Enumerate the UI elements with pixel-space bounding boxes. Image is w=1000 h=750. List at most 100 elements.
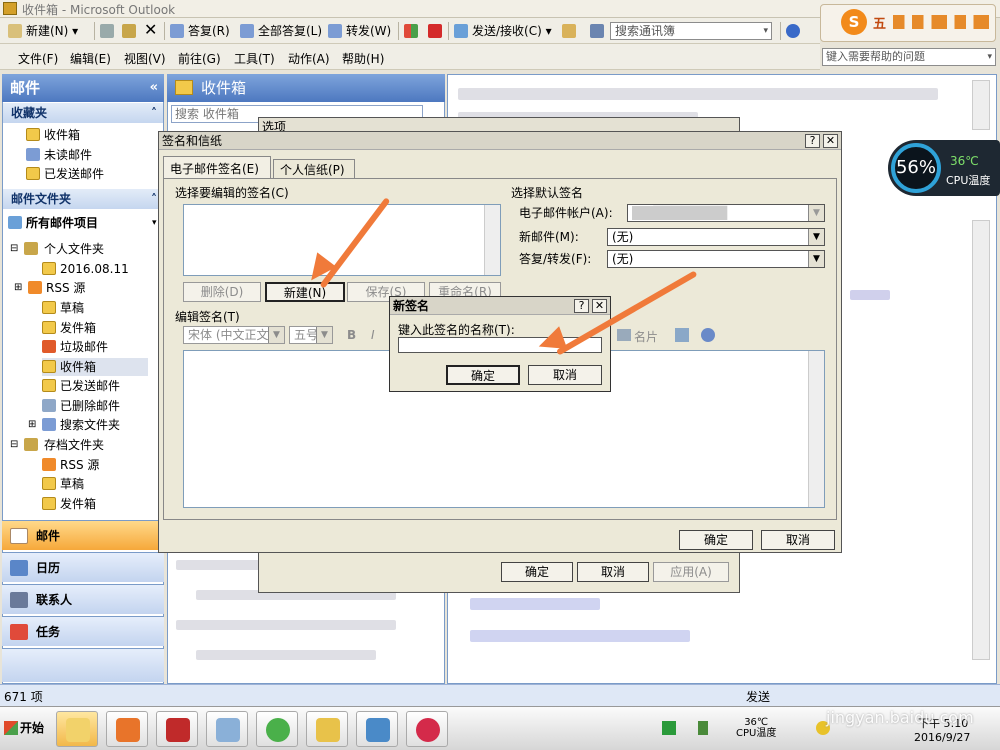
signatures-cancel-button[interactable]: 取消	[761, 530, 835, 550]
archive-drafts[interactable]: 草稿	[42, 475, 84, 493]
business-card-button[interactable]: 名片	[617, 328, 658, 345]
editor-scrollbar	[808, 351, 824, 507]
archive-folders[interactable]: ⊟ 存档文件夹	[10, 436, 104, 454]
forward-button[interactable]: 转发(W)	[326, 22, 391, 40]
fav-inbox[interactable]: 收件箱	[26, 126, 80, 144]
menu-view[interactable]: 视图(V)	[124, 50, 166, 67]
bold-icon[interactable]: B	[347, 328, 356, 342]
options-ok-button[interactable]: 确定	[501, 562, 573, 582]
nav-contacts-button[interactable]: 联系人	[2, 584, 164, 614]
fav-unread[interactable]: 未读邮件	[26, 146, 92, 164]
nav-calendar-button[interactable]: 日历	[2, 552, 164, 582]
close-icon[interactable]: ✕	[823, 134, 838, 148]
nav-header: 邮件 «	[2, 74, 164, 102]
archive-rss[interactable]: RSS 源	[42, 456, 99, 474]
delete-signature-button[interactable]: 删除(D)	[183, 282, 261, 302]
font-select[interactable]: 宋体 (中文正文 ▼	[183, 326, 285, 344]
delete-button[interactable]: ✕	[142, 21, 157, 40]
battery-icon[interactable]	[698, 721, 708, 735]
status-bar: 671 项 发送	[0, 684, 1000, 706]
menu-help[interactable]: 帮助(H)	[342, 50, 384, 67]
close-icon[interactable]: ✕	[592, 299, 607, 313]
tab-stationery[interactable]: 个人信纸(P)	[273, 159, 355, 178]
account-select[interactable]: wu ████████ ▼	[627, 204, 825, 222]
start-button[interactable]: 开始	[2, 715, 52, 741]
reading-scrollbar-top[interactable]	[972, 80, 990, 130]
folder-2016[interactable]: 2016.08.11	[42, 260, 129, 278]
tray-cpu-temp: 36℃ CPU温度	[736, 717, 777, 739]
signature-list[interactable]	[183, 204, 501, 276]
menu-actions[interactable]: 动作(A)	[288, 50, 330, 67]
ime-tool-icons[interactable]	[893, 15, 989, 29]
folder-inbox[interactable]: 收件箱	[42, 358, 148, 376]
new-signature-ok-button[interactable]: 确定	[446, 365, 520, 385]
folder-drafts[interactable]: 草稿	[42, 299, 84, 317]
ime-toolbar[interactable]: S 五	[820, 4, 996, 42]
all-mail-items[interactable]: 所有邮件项目 ▾	[8, 214, 157, 232]
edit-signature-label: 编辑签名(T)	[175, 310, 240, 324]
folder-rss[interactable]: ⊞ RSS 源	[14, 279, 85, 297]
taskbar-browser[interactable]	[256, 711, 298, 747]
categorize-button[interactable]	[402, 22, 418, 40]
options-apply-button[interactable]: 应用(A)	[653, 562, 729, 582]
menu-tools[interactable]: 工具(T)	[234, 50, 275, 67]
taskbar-photos[interactable]	[356, 711, 398, 747]
collapse-icon: «	[149, 80, 158, 95]
send-receive-button[interactable]: 发送/接收(C) ▾	[452, 22, 552, 40]
menu-go[interactable]: 前往(G)	[178, 50, 221, 67]
taskbar-outlook[interactable]	[56, 711, 98, 747]
menu-edit[interactable]: 编辑(E)	[70, 50, 111, 67]
insert-hyperlink-icon[interactable]	[701, 328, 715, 342]
taskbar-meitu[interactable]	[406, 711, 448, 747]
new-message-select[interactable]: (无) ▼	[607, 228, 825, 246]
help-icon[interactable]: ?	[574, 299, 589, 313]
folder-search[interactable]: ⊞ 搜索文件夹	[28, 416, 120, 434]
help-icon[interactable]: ?	[805, 134, 820, 148]
reply-button[interactable]: 答复(R)	[168, 22, 230, 40]
reply-forward-select[interactable]: (无) ▼	[607, 250, 825, 268]
folder-outbox[interactable]: 发件箱	[42, 319, 96, 337]
menu-file[interactable]: 文件(F)	[18, 50, 58, 67]
font-size-select[interactable]: 五号 ▼	[289, 326, 333, 344]
favorites-header[interactable]: 收藏夹 ˄	[3, 103, 163, 123]
clock-date[interactable]: 2016/9/27	[914, 731, 970, 744]
find-button[interactable]	[560, 22, 576, 40]
nav-tasks-button[interactable]: 任务	[2, 616, 164, 646]
print-button[interactable]	[98, 22, 114, 40]
tab-email-signature[interactable]: 电子邮件签名(E)	[163, 156, 271, 178]
move-button[interactable]	[120, 22, 136, 40]
help-question-box[interactable]: 键入需要帮助的问题 ▾	[822, 48, 996, 66]
signatures-ok-button[interactable]: 确定	[679, 530, 753, 550]
options-cancel-button[interactable]: 取消	[577, 562, 649, 582]
follow-up-button[interactable]	[426, 22, 442, 40]
taskbar-autocad[interactable]	[156, 711, 198, 747]
image-viewer-icon	[366, 718, 390, 742]
new-signature-button[interactable]: 新建(N)	[265, 282, 345, 302]
address-book-search[interactable]: 搜索通讯簿 ▾	[610, 22, 772, 40]
insert-picture-icon[interactable]	[675, 328, 689, 342]
italic-icon[interactable]: I	[371, 328, 375, 342]
taskbar-pdf[interactable]	[106, 711, 148, 747]
folder-deleted[interactable]: 已删除邮件	[42, 397, 120, 415]
new-button[interactable]: 新建(N) ▾	[6, 22, 78, 40]
print-icon	[100, 24, 114, 38]
chevron-up-icon: ˄	[151, 106, 157, 120]
personal-folders[interactable]: ⊟ 个人文件夹	[10, 240, 104, 258]
new-signature-cancel-button[interactable]: 取消	[528, 365, 602, 385]
archive-outbox[interactable]: 发件箱	[42, 495, 96, 513]
taskbar-paint[interactable]	[206, 711, 248, 747]
mail-folders-header[interactable]: 邮件文件夹 ˄	[3, 189, 163, 209]
fav-sent[interactable]: 已发送邮件	[26, 165, 104, 183]
reading-scrollbar[interactable]	[972, 220, 990, 660]
outlook-app-icon	[3, 2, 17, 15]
ime-tray-icon[interactable]	[662, 721, 676, 735]
folder-junk[interactable]: 垃圾邮件	[42, 338, 108, 356]
signatures-title: 签名和信纸	[159, 132, 841, 150]
address-book-button[interactable]	[588, 22, 604, 40]
reply-all-button[interactable]: 全部答复(L)	[238, 22, 322, 40]
help-button[interactable]	[784, 22, 800, 40]
window-title: 收件箱 - Microsoft Outlook	[22, 3, 176, 17]
taskbar-explorer[interactable]	[306, 711, 348, 747]
nav-mail-button[interactable]: 邮件	[2, 520, 164, 550]
folder-sent[interactable]: 已发送邮件	[42, 377, 120, 395]
